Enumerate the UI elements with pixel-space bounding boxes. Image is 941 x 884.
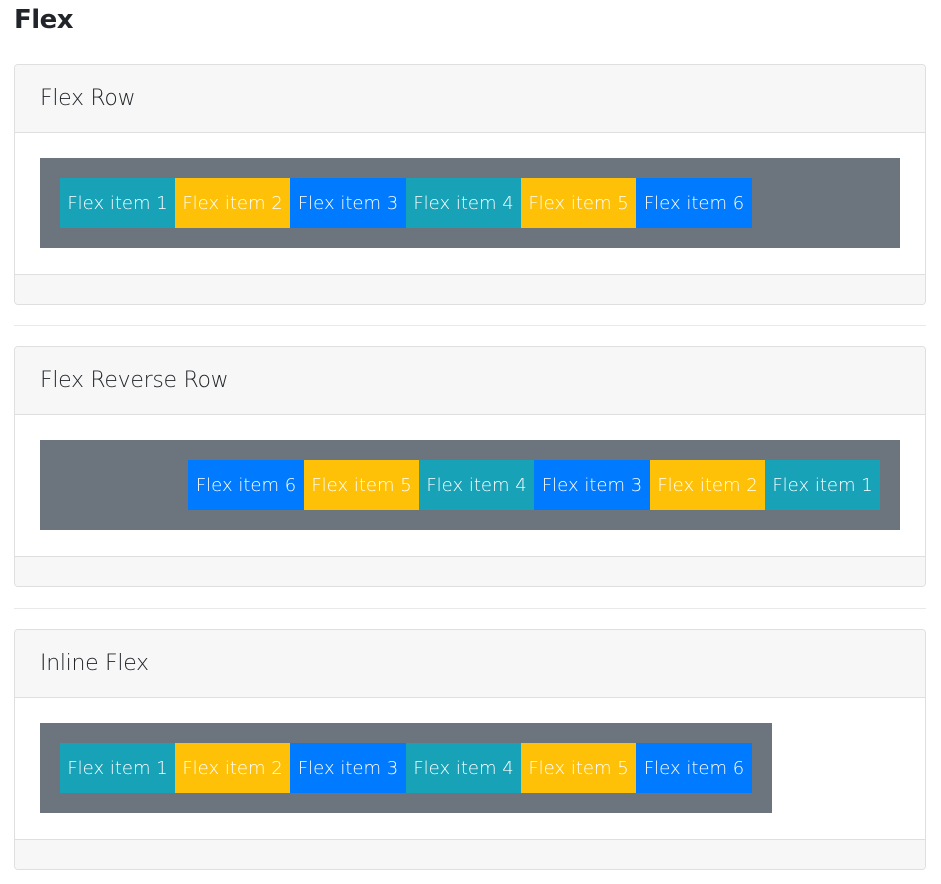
inline-flex-container: Flex item 1 Flex item 2 Flex item 3 Flex…	[40, 723, 772, 813]
flex-item: Flex item 3	[534, 460, 650, 510]
card-title: Flex Reverse Row	[40, 368, 229, 393]
card-header: Flex Row	[15, 65, 925, 133]
page-title: Flex	[14, 5, 74, 35]
card-header: Inline Flex	[15, 630, 925, 698]
flex-row-container: Flex item 1 Flex item 2 Flex item 3 Flex…	[40, 158, 900, 248]
card-footer	[15, 839, 925, 869]
card-header: Flex Reverse Row	[15, 347, 925, 415]
flex-reverse-row-card: Flex Reverse Row Flex item 1 Flex item 2…	[14, 346, 926, 587]
flex-item: Flex item 4	[419, 460, 534, 510]
flex-item: Flex item 2	[175, 743, 290, 793]
inline-flex-card: Inline Flex Flex item 1 Flex item 2 Flex…	[14, 629, 926, 870]
flex-item: Flex item 5	[304, 460, 419, 510]
flex-item: Flex item 6	[188, 460, 304, 510]
flex-item: Flex item 3	[290, 743, 406, 793]
card-body: Flex item 1 Flex item 2 Flex item 3 Flex…	[15, 415, 925, 556]
card-title: Flex Row	[40, 86, 136, 111]
flex-reverse-row-container: Flex item 1 Flex item 2 Flex item 3 Flex…	[40, 440, 900, 530]
card-footer	[15, 274, 925, 304]
flex-item: Flex item 1	[60, 178, 175, 228]
flex-item: Flex item 2	[175, 178, 290, 228]
flex-item: Flex item 1	[60, 743, 175, 793]
flex-item: Flex item 4	[406, 743, 521, 793]
flex-row-card: Flex Row Flex item 1 Flex item 2 Flex it…	[14, 64, 926, 305]
flex-item: Flex item 1	[765, 460, 880, 510]
flex-item: Flex item 5	[521, 178, 636, 228]
card-body: Flex item 1 Flex item 2 Flex item 3 Flex…	[15, 698, 925, 839]
flex-item: Flex item 6	[636, 743, 752, 793]
divider	[14, 325, 926, 326]
flex-item: Flex item 3	[290, 178, 406, 228]
card-body: Flex item 1 Flex item 2 Flex item 3 Flex…	[15, 133, 925, 274]
card-title: Inline Flex	[40, 651, 149, 676]
flex-item: Flex item 5	[521, 743, 636, 793]
flex-item: Flex item 4	[406, 178, 521, 228]
divider	[14, 608, 926, 609]
card-footer	[15, 556, 925, 586]
flex-item: Flex item 2	[650, 460, 765, 510]
flex-item: Flex item 6	[636, 178, 752, 228]
